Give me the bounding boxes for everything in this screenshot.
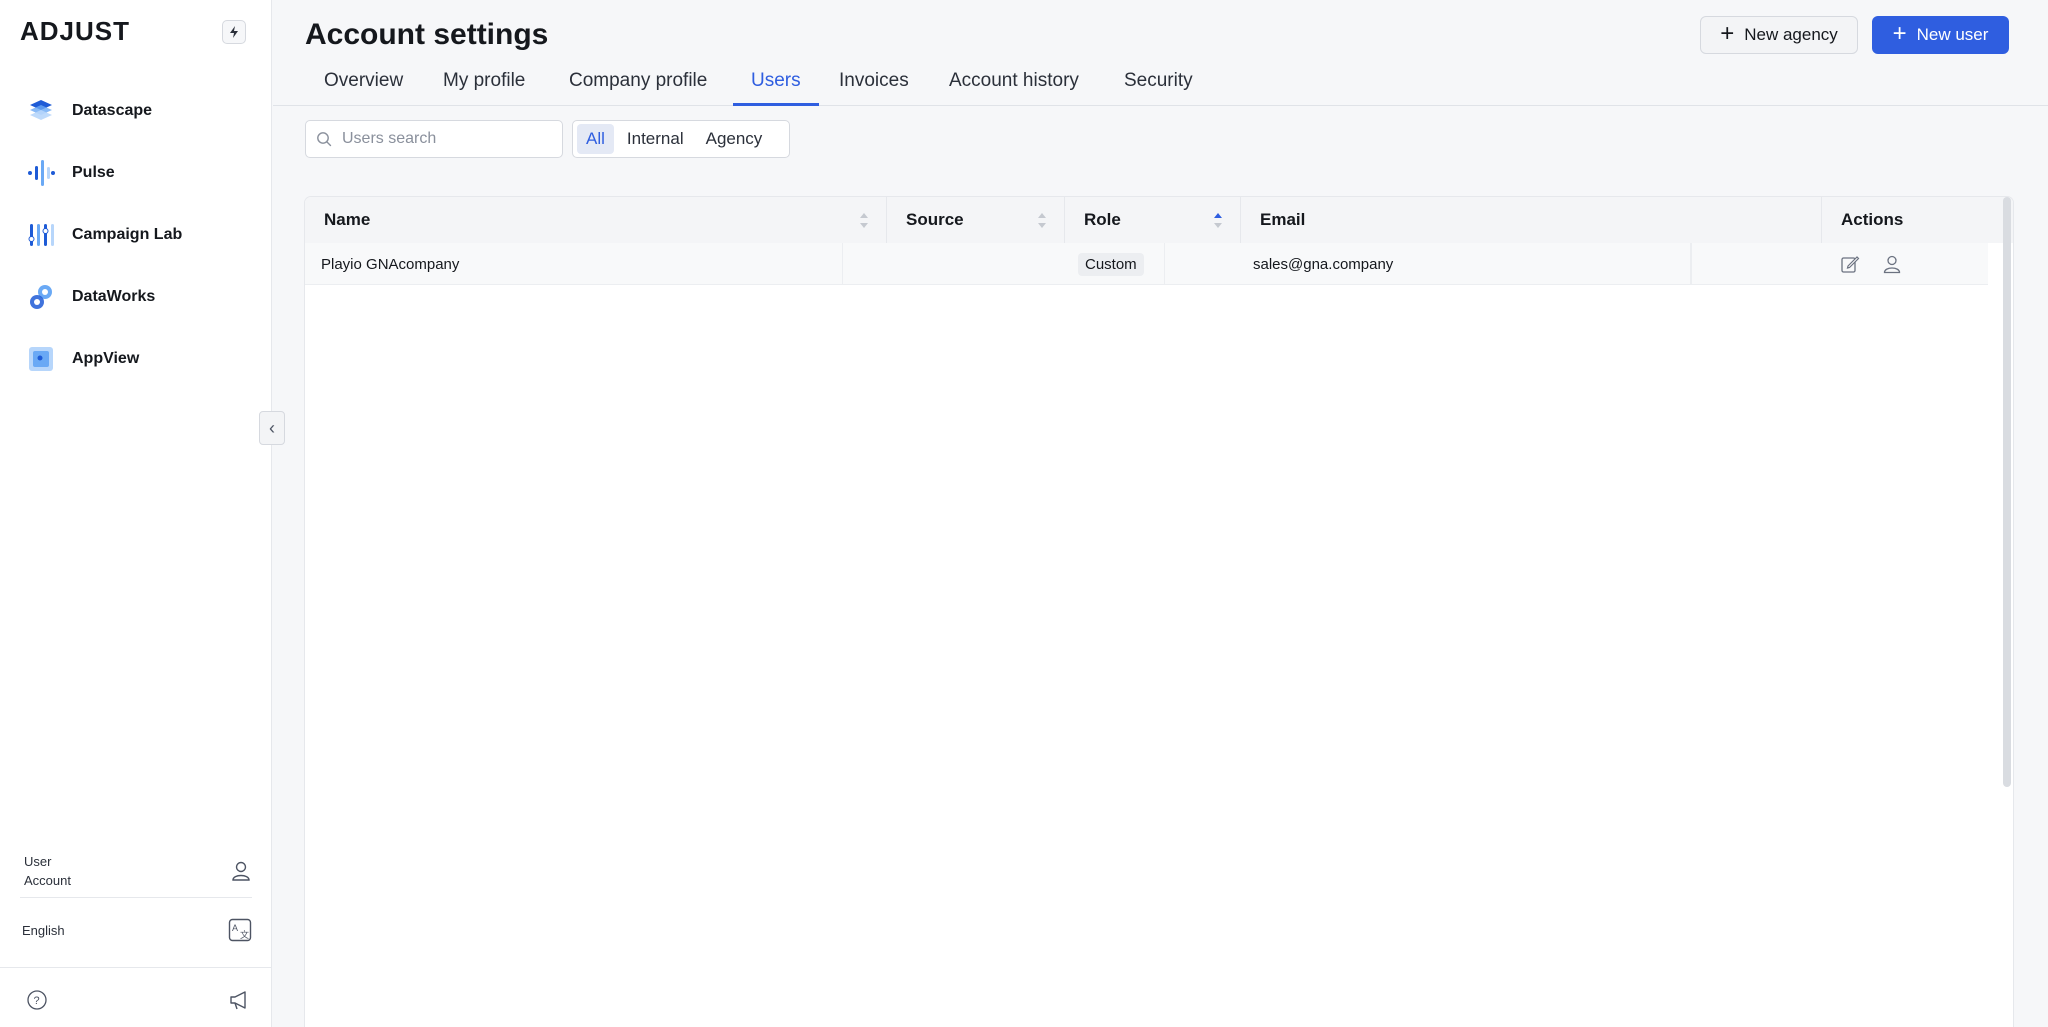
- bolt-icon: [230, 26, 238, 38]
- dataworks-icon: [24, 280, 58, 314]
- column-header-actions: Actions: [1841, 210, 1904, 229]
- language-row[interactable]: English A文: [20, 912, 252, 948]
- sidebar-item-label: AppView: [72, 350, 140, 367]
- bolt-button[interactable]: [222, 20, 246, 44]
- sidebar-item-datascape[interactable]: Datascape: [24, 80, 254, 142]
- cell-actions: [1839, 243, 1979, 285]
- new-agency-button[interactable]: + New agency: [1700, 16, 1858, 54]
- users-table: Name Source Role Email Actions Playio GN…: [305, 197, 2013, 1027]
- sort-ascending-icon: [1214, 213, 1222, 229]
- main-content: Account settings + New agency + New user…: [273, 0, 2048, 1027]
- adjust-logo[interactable]: ADJUST: [20, 16, 130, 47]
- settings-tabs: Overview My profile Company profile User…: [273, 62, 2048, 106]
- cell-email: sales@gna.company: [1253, 243, 1691, 285]
- new-agency-label: New agency: [1744, 25, 1838, 44]
- search-input[interactable]: [342, 130, 542, 148]
- collapse-sidebar-button[interactable]: ‹: [259, 411, 285, 445]
- sidebar-divider: [0, 967, 272, 968]
- filter-all[interactable]: All: [577, 124, 614, 154]
- page-title: Account settings: [305, 18, 549, 51]
- sidebar-item-label: Pulse: [72, 164, 115, 181]
- new-user-button[interactable]: + New user: [1872, 16, 2009, 54]
- new-user-label: New user: [1916, 25, 1989, 44]
- language-label: English: [22, 922, 65, 938]
- table-scrollbar[interactable]: [2003, 197, 2011, 787]
- sidebar: ADJUST Datascape Pulse Campaign Lab Data…: [0, 0, 272, 1027]
- help-icon[interactable]: ?: [26, 989, 48, 1011]
- tab-users[interactable]: Users: [733, 70, 819, 106]
- user-icon: [232, 861, 250, 881]
- role-badge: Custom: [1078, 252, 1144, 276]
- sidebar-item-label: Campaign Lab: [72, 226, 183, 243]
- sort-icon: [860, 213, 868, 229]
- sidebar-item-dataworks[interactable]: DataWorks: [24, 266, 254, 328]
- translate-icon: A文: [228, 918, 252, 942]
- megaphone-icon[interactable]: [228, 989, 252, 1011]
- edit-icon[interactable]: [1839, 253, 1861, 275]
- svg-text:?: ?: [34, 995, 40, 1007]
- users-search: [305, 120, 563, 158]
- column-header-source[interactable]: Source: [887, 197, 1065, 243]
- tab-account-history[interactable]: Account history: [949, 70, 1079, 106]
- plus-icon: +: [1720, 20, 1735, 47]
- pulse-icon: [24, 156, 58, 190]
- help-row: ?: [20, 982, 252, 1018]
- logo-text: ADJUST: [20, 16, 131, 46]
- sidebar-item-pulse[interactable]: Pulse: [24, 142, 254, 204]
- column-header-role[interactable]: Role: [1065, 197, 1241, 243]
- svg-text:文: 文: [240, 929, 249, 940]
- chevron-left-icon: ‹: [269, 417, 275, 438]
- appview-icon: [24, 342, 58, 376]
- sidebar-item-campaign-lab[interactable]: Campaign Lab: [24, 204, 254, 266]
- tab-overview[interactable]: Overview: [324, 70, 403, 106]
- search-icon: [317, 132, 332, 147]
- user-details-icon[interactable]: [1881, 253, 1903, 275]
- sidebar-nav: Datascape Pulse Campaign Lab DataWorks A…: [24, 80, 254, 390]
- sidebar-item-label: DataWorks: [72, 288, 156, 305]
- plus-icon: +: [1892, 20, 1907, 47]
- user-account-row[interactable]: User Account: [20, 852, 252, 898]
- user-account-label: User Account: [24, 853, 71, 888]
- table-row[interactable]: Playio GNAcompany Custom sales@gna.compa…: [305, 243, 1988, 285]
- sidebar-item-label: Datascape: [72, 102, 153, 119]
- tab-company-profile[interactable]: Company profile: [569, 70, 707, 106]
- sort-icon: [1038, 213, 1046, 229]
- column-header-email: Email: [1241, 197, 1822, 243]
- campaign-lab-icon: [24, 218, 58, 252]
- sidebar-item-appview[interactable]: AppView: [24, 328, 254, 390]
- svg-text:A: A: [232, 923, 238, 933]
- filter-internal[interactable]: Internal: [618, 124, 693, 154]
- filter-agency[interactable]: Agency: [697, 124, 772, 154]
- cell-name: Playio GNAcompany: [321, 255, 460, 273]
- table-header: Name Source Role Email Actions: [305, 197, 2013, 243]
- column-header-name[interactable]: Name: [305, 197, 887, 243]
- tab-security[interactable]: Security: [1124, 70, 1193, 106]
- user-type-filter: All Internal Agency: [572, 120, 790, 158]
- tab-my-profile[interactable]: My profile: [443, 70, 525, 106]
- tab-invoices[interactable]: Invoices: [839, 70, 909, 106]
- datascape-icon: [24, 94, 58, 128]
